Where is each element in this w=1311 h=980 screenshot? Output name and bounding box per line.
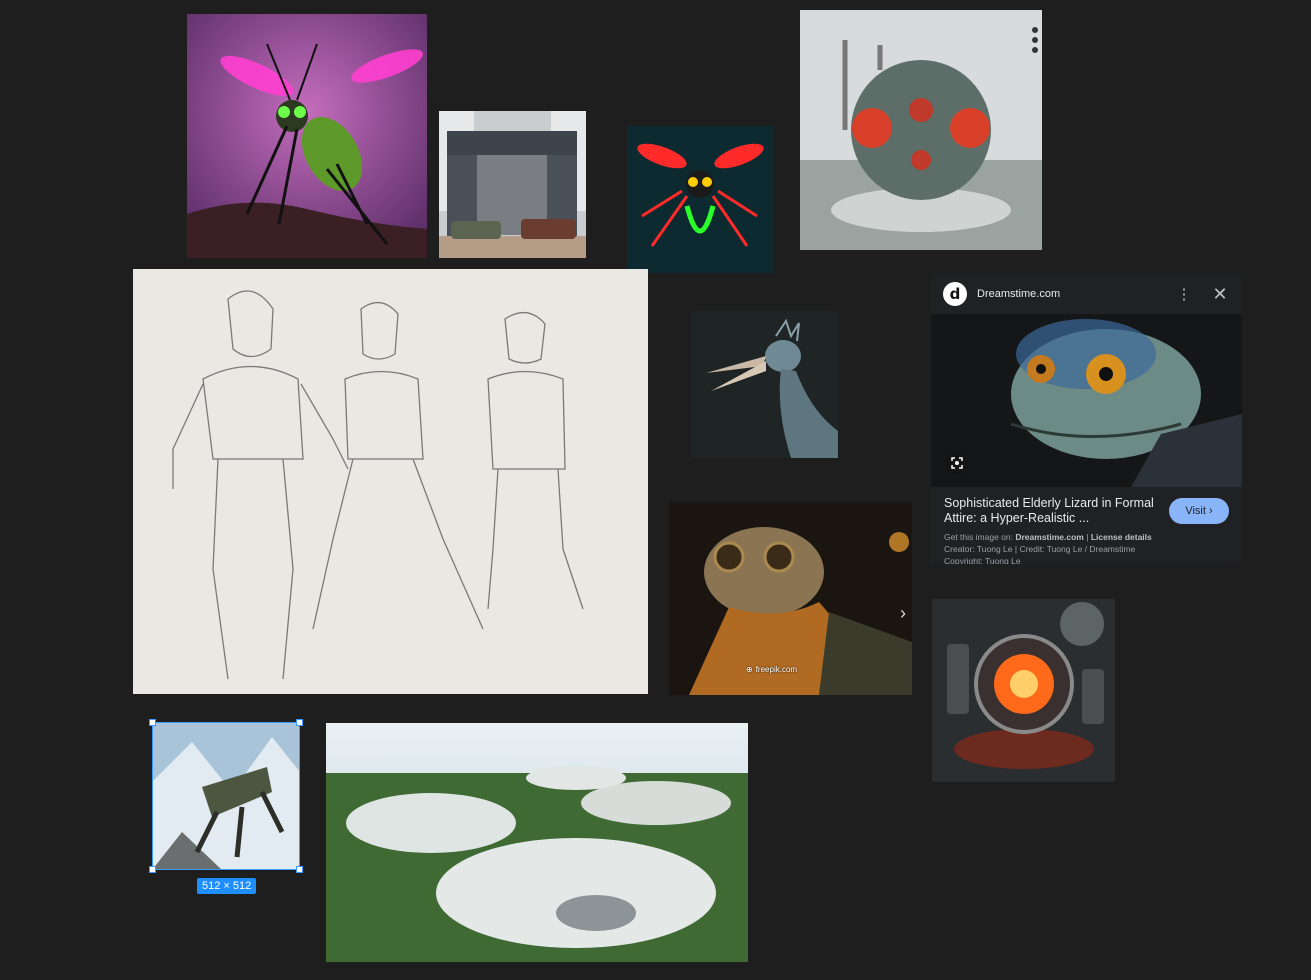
reactor-machine-image[interactable] — [932, 599, 1115, 782]
visit-label: Visit — [1185, 505, 1206, 517]
close-icon[interactable]: ✕ — [1210, 284, 1230, 304]
lens-result-panel: d Dreamstime.com ⋮ ✕ Sophisticated Elder… — [931, 274, 1242, 564]
green-red-mosquito-image[interactable] — [627, 126, 774, 273]
lens-result-body: Sophisticated Elderly Lizard in Formal A… — [931, 487, 1242, 564]
result-meta: Get this image on: Dreamstime.com | Lice… — [944, 531, 1152, 564]
size-badge: 512 × 512 — [197, 878, 257, 894]
tank-gate-image[interactable] — [439, 111, 586, 258]
site-name[interactable]: Dreamstime.com — [977, 288, 1174, 300]
visit-button[interactable]: Visit › — [1169, 498, 1229, 524]
lizard-jacket-image[interactable]: ⊕ freepik.com › — [669, 502, 912, 695]
pencil-sketch-image[interactable] — [133, 269, 648, 694]
freepik-label: freepik.com — [755, 665, 798, 674]
creator-line: Creator: Tuong Le | Credit: Tuong Le / D… — [944, 544, 1136, 554]
lens-search-icon[interactable] — [945, 451, 969, 475]
mech-ship-image[interactable] — [152, 722, 300, 870]
globe-icon: ⊕ — [746, 665, 753, 674]
get-site-link[interactable]: Dreamstime.com — [1015, 532, 1084, 542]
logo-letter: d — [949, 284, 961, 303]
get-prefix: Get this image on: — [944, 532, 1013, 542]
chevron-right-icon[interactable]: › — [900, 603, 906, 624]
crater-landscape-image[interactable] — [326, 723, 748, 962]
license-link[interactable]: License details — [1091, 532, 1152, 542]
more-vert-icon[interactable]: ⋮ — [1174, 284, 1194, 304]
site-logo[interactable]: d — [943, 282, 967, 306]
lens-header: d Dreamstime.com ⋮ ✕ — [931, 274, 1242, 314]
lizard-suit-image[interactable] — [931, 314, 1242, 487]
result-title[interactable]: Sophisticated Elderly Lizard in Formal A… — [944, 496, 1164, 526]
crested-bird-image[interactable] — [691, 311, 838, 458]
copyright-line: Copyright: Tuong Le — [944, 556, 1021, 564]
neon-mosquito-image[interactable] — [187, 14, 427, 258]
freepik-watermark: ⊕ freepik.com — [746, 665, 797, 674]
steampunk-sphere-image[interactable] — [800, 10, 1042, 250]
